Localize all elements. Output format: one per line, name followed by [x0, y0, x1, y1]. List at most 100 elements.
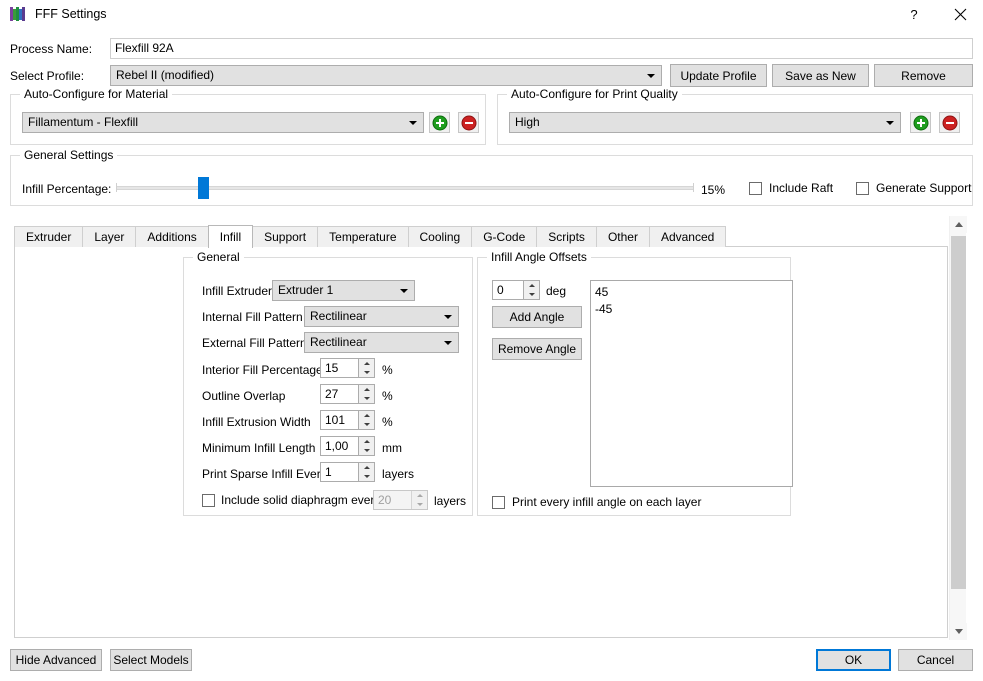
stepper-up-button[interactable] [359, 463, 374, 472]
process-name-label: Process Name: [10, 42, 93, 56]
update-profile-button[interactable]: Update Profile [670, 64, 767, 87]
tab-extruder[interactable]: Extruder [14, 226, 84, 247]
angle-value-stepper[interactable]: 0 [492, 280, 540, 300]
select-profile-combo[interactable]: Rebel II (modified) [110, 65, 662, 86]
tab-g-code[interactable]: G-Code [471, 226, 538, 247]
include-raft-label: Include Raft [769, 181, 834, 195]
stepper-up-button[interactable] [524, 281, 539, 290]
plus-circle-icon [432, 115, 447, 130]
stepper-down-button[interactable] [359, 420, 374, 429]
add-material-button[interactable] [429, 112, 450, 133]
stepper-down-button[interactable] [359, 394, 374, 403]
general-settings-group: General Settings Infill Percentage: 15% … [10, 148, 973, 206]
auto-configure-material-group: Auto-Configure for Material Fillamentum … [10, 87, 486, 145]
settings-tabstrip: Extruder Layer Additions Infill Support Tempe… [14, 225, 948, 248]
chevron-down-icon [400, 288, 408, 293]
tab-support[interactable]: Support [252, 226, 319, 247]
print-sparse-infill-stepper[interactable]: 1 [320, 462, 375, 482]
solid-diaphragm-value: 20 [378, 493, 392, 507]
include-raft-checkbox[interactable]: Include Raft [749, 181, 833, 195]
remove-angle-button[interactable]: Remove Angle [492, 338, 582, 360]
external-fill-pattern-value: Rectilinear [310, 335, 367, 349]
tab-cooling[interactable]: Cooling [407, 226, 473, 247]
stepper-down-button[interactable] [359, 368, 374, 377]
slider-tick-end [693, 183, 694, 192]
save-as-new-button[interactable]: Save as New [772, 64, 869, 87]
external-fill-pattern-combo[interactable]: Rectilinear [304, 332, 459, 353]
stepper-buttons[interactable] [358, 437, 374, 455]
quality-combo[interactable]: High [509, 112, 901, 133]
print-every-infill-angle-label: Print every infill angle on each layer [512, 495, 702, 509]
caret-up-icon [363, 362, 370, 365]
add-angle-button[interactable]: Add Angle [492, 306, 582, 328]
process-name-input[interactable]: Flexfill 92A [110, 38, 973, 59]
remove-profile-button[interactable]: Remove [874, 64, 973, 87]
stepper-buttons[interactable] [358, 359, 374, 377]
stepper-up-button[interactable] [359, 437, 374, 446]
infill-angles-listbox[interactable]: 45 -45 [590, 280, 793, 487]
window-controls: ? [891, 0, 983, 29]
ok-button[interactable]: OK [816, 649, 891, 671]
infill-general-group: General Infill Extruder Extruder 1 Inter… [183, 250, 473, 516]
stepper-buttons[interactable] [523, 281, 539, 299]
add-quality-button[interactable] [910, 112, 931, 133]
tab-layer[interactable]: Layer [82, 226, 137, 247]
outline-overlap-stepper[interactable]: 27 [320, 384, 375, 404]
generate-support-label: Generate Support [876, 181, 972, 195]
interior-fill-percentage-label: Interior Fill Percentage [202, 363, 323, 377]
close-icon [954, 8, 966, 21]
chevron-down-icon [886, 120, 894, 125]
tab-temperature[interactable]: Temperature [317, 226, 409, 247]
close-button[interactable] [937, 0, 983, 29]
internal-fill-pattern-combo[interactable]: Rectilinear [304, 306, 459, 327]
material-combo[interactable]: Fillamentum - Flexfill [22, 112, 424, 133]
list-item[interactable]: 45 [595, 284, 792, 301]
caret-down-icon [363, 371, 370, 374]
interior-fill-percentage-stepper[interactable]: 15 [320, 358, 375, 378]
infill-percentage-slider-thumb[interactable] [197, 177, 209, 199]
cancel-button[interactable]: Cancel [898, 649, 973, 671]
include-solid-diaphragm-checkbox[interactable]: Include solid diaphragm every [202, 493, 380, 507]
select-models-button[interactable]: Select Models [110, 649, 192, 671]
stepper-up-button[interactable] [359, 359, 374, 368]
print-sparse-infill-unit: layers [382, 467, 415, 481]
interior-fill-percentage-unit: % [382, 363, 393, 377]
outline-overlap-unit: % [382, 389, 393, 403]
stepper-buttons[interactable] [358, 385, 374, 403]
list-item[interactable]: -45 [595, 301, 792, 318]
scroll-up-button[interactable] [950, 216, 967, 233]
tab-infill[interactable]: Infill [207, 225, 254, 248]
remove-material-button[interactable] [458, 112, 479, 133]
tab-advanced[interactable]: Advanced [648, 226, 727, 247]
stepper-up-button[interactable] [359, 411, 374, 420]
infill-extruder-label: Infill Extruder [202, 284, 273, 298]
stepper-buttons[interactable] [358, 463, 374, 481]
stepper-up-button[interactable] [359, 385, 374, 394]
hide-advanced-button[interactable]: Hide Advanced [10, 649, 102, 671]
print-sparse-infill-label: Print Sparse Infill Every [202, 467, 327, 481]
minimum-infill-length-stepper[interactable]: 1,00 [320, 436, 375, 456]
infill-extruder-combo[interactable]: Extruder 1 [272, 280, 415, 301]
stepper-down-button[interactable] [524, 290, 539, 299]
outline-overlap-label: Outline Overlap [202, 389, 286, 403]
scroll-down-button[interactable] [950, 623, 967, 640]
general-settings-title: General Settings [20, 148, 118, 162]
print-every-infill-angle-checkbox[interactable]: Print every infill angle on each layer [492, 495, 701, 509]
stepper-down-button[interactable] [359, 446, 374, 455]
stepper-down-button[interactable] [359, 472, 374, 481]
caret-up-icon [363, 414, 370, 417]
stepper-buttons[interactable] [358, 411, 374, 429]
external-fill-pattern-label: External Fill Pattern [202, 336, 307, 350]
stepper-up-button [412, 491, 427, 500]
generate-support-checkbox[interactable]: Generate Support [856, 181, 971, 195]
tab-scripts[interactable]: Scripts [536, 226, 597, 247]
material-combo-value: Fillamentum - Flexfill [28, 115, 139, 129]
remove-quality-button[interactable] [939, 112, 960, 133]
settings-vertical-scrollbar[interactable] [949, 216, 967, 640]
scrollbar-thumb[interactable] [951, 236, 966, 589]
tab-other[interactable]: Other [595, 226, 650, 247]
tab-additions[interactable]: Additions [135, 226, 209, 247]
infill-extrusion-width-stepper[interactable]: 101 [320, 410, 375, 430]
help-button[interactable]: ? [891, 0, 937, 29]
caret-down-icon [363, 475, 370, 478]
